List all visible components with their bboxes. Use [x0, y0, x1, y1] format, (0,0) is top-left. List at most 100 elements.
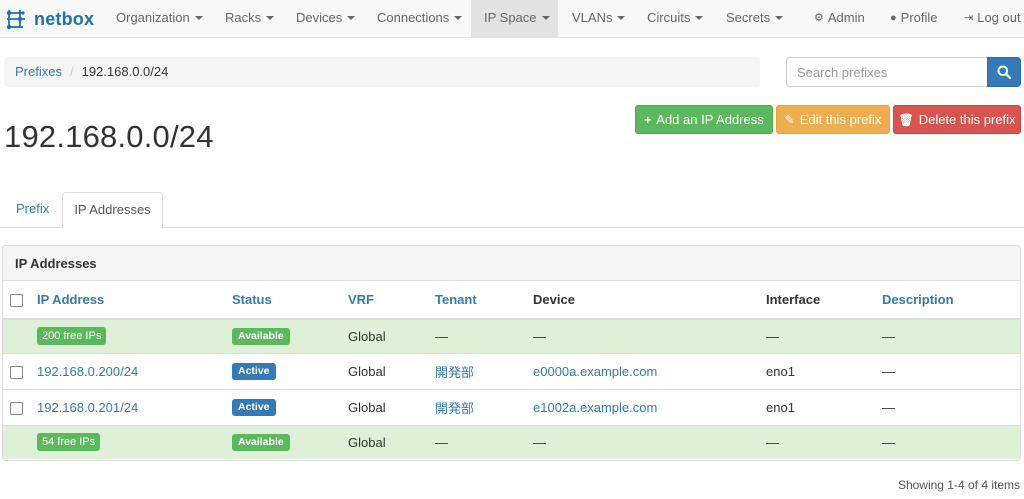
add-ip-address-button[interactable]: + Add an IP Address [635, 105, 773, 134]
column-label: Interface [766, 292, 821, 307]
col-header-status[interactable]: Status [232, 281, 348, 320]
nav-label: Connections [377, 10, 450, 25]
nav-label: Circuits [647, 10, 691, 25]
tenant-link[interactable]: 開発部 [435, 365, 474, 380]
vrf-cell: Global [348, 424, 435, 459]
vrf-cell: Global [348, 388, 435, 425]
column-label: Device [533, 292, 575, 307]
col-header-description[interactable]: Description [882, 281, 1020, 320]
breadcrumb-separator: / [69, 64, 74, 79]
status-badge: Available [232, 434, 290, 452]
tab-prefix[interactable]: Prefix [4, 192, 61, 228]
nav-ip-space[interactable]: IP Space [471, 0, 558, 38]
select-all-cell [3, 281, 37, 320]
col-header-ip-address[interactable]: IP Address [37, 281, 232, 320]
tenant-cell: 開発部 [435, 388, 533, 425]
nav-label: Devices [296, 10, 343, 25]
breadcrumb: Prefixes / 192.168.0.0/24 [4, 57, 760, 87]
tab-ip-addresses[interactable]: IP Addresses [62, 192, 163, 229]
edit-prefix-button[interactable]: ✎ Edit this prefix [776, 105, 890, 134]
row-checkbox[interactable] [10, 365, 23, 379]
row-checkbox[interactable] [10, 401, 23, 415]
caret-down-icon [617, 15, 626, 20]
pencil-icon: ✎ [784, 113, 795, 127]
tenant-link[interactable]: 開発部 [435, 401, 474, 416]
page-title: 192.168.0.0/24 [4, 119, 214, 154]
table-row: 192.168.0.201/24 Active Global 開発部 e1002… [3, 388, 1020, 425]
caret-down-icon [775, 15, 784, 20]
vrf-cell: Global [348, 318, 435, 353]
column-label: IP Address [37, 292, 105, 307]
col-header-vrf[interactable]: VRF [348, 281, 435, 320]
ip-address-link[interactable]: 192.168.0.200/24 [37, 364, 138, 379]
tab-bar: Prefix IP Addresses [0, 192, 1024, 229]
device-link[interactable]: e1002a.example.com [533, 400, 657, 415]
description-cell: — [882, 318, 1020, 353]
table-row-available: 200 free IPs Available Global — — — — [3, 318, 1020, 353]
search-input[interactable] [786, 57, 988, 87]
nav-admin[interactable]: ⚙ Admin [802, 0, 877, 38]
ip-addresses-panel: IP Addresses IP Address Status VRF Tenan… [2, 245, 1021, 461]
nav-label: Admin [827, 10, 865, 25]
free-ips-badge[interactable]: 200 free IPs [37, 327, 107, 346]
gears-icon: ⚙ [814, 11, 824, 24]
free-ips-badge[interactable]: 54 free IPs [37, 433, 101, 452]
nav-label: IP Space [484, 10, 537, 25]
status-badge: Active [232, 363, 276, 380]
description-cell: — [882, 424, 1020, 459]
netbox-logo-icon [6, 10, 25, 30]
nav-circuits[interactable]: Circuits [635, 0, 715, 38]
column-label: Status [232, 292, 272, 307]
col-header-tenant[interactable]: Tenant [435, 281, 533, 320]
column-label: Description [882, 292, 954, 307]
delete-prefix-button[interactable]: 🗑 Delete this prefix [893, 105, 1021, 134]
breadcrumb-prefixes-link[interactable]: Prefixes [15, 64, 62, 79]
ip-address-link[interactable]: 192.168.0.201/24 [37, 400, 138, 415]
pagination-summary: Showing 1-4 of 4 items [897, 478, 1020, 492]
nav-devices[interactable]: Devices [284, 0, 367, 38]
button-label: Edit this prefix [799, 112, 882, 127]
device-link[interactable]: e0000a.example.com [533, 364, 657, 379]
ip-cell: 200 free IPs [37, 318, 232, 353]
status-cell: Active [232, 388, 348, 425]
vrf-cell: Global [348, 352, 435, 389]
brand-logo[interactable]: netbox [4, 4, 94, 34]
nav-connections[interactable]: Connections [365, 0, 474, 38]
caret-down-icon [347, 15, 356, 20]
checkbox-cell [3, 352, 37, 389]
caret-down-icon [266, 15, 275, 20]
logout-icon: ⇥ [964, 11, 974, 24]
table-row-available: 54 free IPs Available Global — — — — [3, 424, 1020, 459]
search-button[interactable] [987, 57, 1021, 87]
device-cell: — [533, 318, 766, 353]
status-badge: Available [232, 328, 290, 346]
checkbox-cell [3, 424, 37, 459]
panel-heading: IP Addresses [3, 246, 1020, 281]
nav-label: VLANs [572, 10, 613, 25]
nav-profile[interactable]: ● Profile [878, 0, 950, 38]
nav-organization[interactable]: Organization [104, 0, 215, 38]
status-cell: Available [232, 424, 348, 459]
status-cell: Available [232, 318, 348, 353]
table-header-row: IP Address Status VRF Tenant Device Inte… [3, 281, 1020, 320]
nav-label: Profile [900, 10, 938, 25]
device-cell: — [533, 424, 766, 459]
ip-addresses-table: IP Address Status VRF Tenant Device Inte… [3, 281, 1020, 459]
interface-cell: eno1 [766, 352, 882, 389]
tenant-cell: — [435, 318, 533, 353]
nav-label: Log out [977, 10, 1021, 25]
col-header-device: Device [533, 281, 766, 320]
description-cell: — [882, 352, 1020, 389]
nav-secrets[interactable]: Secrets [714, 0, 795, 38]
caret-down-icon [695, 15, 704, 20]
select-all-checkbox[interactable] [10, 294, 23, 308]
button-label: Add an IP Address [656, 112, 764, 127]
column-label: Tenant [435, 292, 477, 307]
nav-logout[interactable]: ⇥ Log out [952, 0, 1021, 38]
description-cell: — [882, 388, 1020, 425]
column-label: VRF [348, 292, 374, 307]
nav-racks[interactable]: Racks [213, 0, 286, 38]
interface-cell: eno1 [766, 388, 882, 425]
tenant-cell: 開発部 [435, 352, 533, 389]
nav-vlans[interactable]: VLANs [560, 0, 637, 38]
